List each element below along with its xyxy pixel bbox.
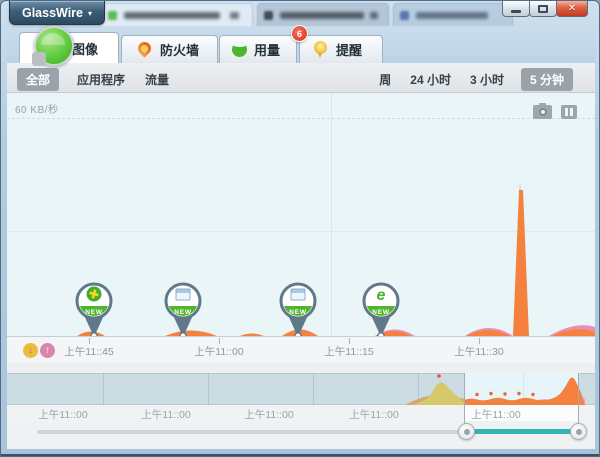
upload-area-series bbox=[375, 181, 595, 336]
new-app-marker[interactable]: e NEW bbox=[358, 281, 404, 341]
app-browser-e-icon: e bbox=[377, 287, 386, 304]
tab-firewall[interactable]: 防火墙 bbox=[121, 35, 218, 63]
background-browser-tab[interactable] bbox=[393, 3, 513, 26]
tab-label: 防火墙 bbox=[160, 43, 200, 58]
app-menu-button[interactable]: GlassWire ▾ bbox=[9, 1, 105, 25]
favicon bbox=[264, 11, 273, 20]
range-week-button[interactable]: 周 bbox=[377, 68, 393, 91]
alert-pin-icon bbox=[314, 41, 327, 58]
background-browser-tab[interactable] bbox=[257, 3, 389, 26]
tab-graph[interactable]: 图像 bbox=[19, 26, 119, 66]
tab-title-blur bbox=[124, 12, 220, 19]
selection-left-edge[interactable] bbox=[464, 373, 465, 425]
scrollbar-track[interactable] bbox=[37, 430, 473, 434]
marker-new-label: NEW bbox=[85, 309, 103, 316]
tab-label: 提醒 bbox=[336, 43, 363, 58]
tab-close-blur bbox=[370, 12, 378, 19]
traffic-graph[interactable]: 60 KB/秒 NEW NEW NEW e NEW bbox=[7, 93, 595, 340]
time-label: 上午11::15 bbox=[324, 346, 374, 358]
range-scrollbar[interactable] bbox=[7, 421, 595, 449]
marker-new-label: NEW bbox=[289, 309, 307, 316]
new-app-marker[interactable]: NEW bbox=[160, 281, 206, 341]
glasswire-window: GlassWire ▾ ✕ 图像 防火墙 用量 提醒 6 全部 应用程序 流量 … bbox=[0, 0, 600, 457]
sub-nav-bar: 全部 应用程序 流量 周 24 小时 3 小时 5 分钟 bbox=[7, 63, 595, 93]
time-label: 上午11::45 bbox=[64, 346, 114, 358]
range-3h-button[interactable]: 3 小时 bbox=[468, 68, 506, 91]
tab-alerts[interactable]: 提醒 bbox=[299, 35, 383, 63]
minimize-button[interactable] bbox=[502, 1, 530, 17]
minimap-time-label: 上午11::00 bbox=[38, 409, 88, 421]
tab-title-blur bbox=[280, 12, 364, 19]
alerts-count-badge: 6 bbox=[291, 25, 308, 42]
tab-close-blur bbox=[230, 12, 239, 19]
tab-usage[interactable]: 用量 bbox=[219, 35, 297, 63]
filter-all-button[interactable]: 全部 bbox=[17, 68, 60, 91]
selected-range-bar[interactable] bbox=[466, 429, 578, 434]
client-area: 图像 防火墙 用量 提醒 6 全部 应用程序 流量 周 24 小时 3 小时 5… bbox=[7, 25, 595, 449]
app-window-icon bbox=[290, 288, 306, 301]
usage-pie-icon bbox=[232, 42, 247, 57]
close-icon: ✕ bbox=[567, 3, 577, 14]
time-label: 上午11::30 bbox=[454, 346, 504, 358]
minimap-time-label: 上午11::00 bbox=[141, 409, 191, 421]
minimap-time-label: 上午11::00 bbox=[244, 409, 294, 421]
filter-traffic-button[interactable]: 流量 bbox=[143, 68, 171, 91]
marker-new-label: NEW bbox=[372, 309, 390, 316]
favicon bbox=[108, 11, 117, 20]
minimize-icon bbox=[511, 10, 521, 13]
download-arrow-icon[interactable]: ↓ bbox=[23, 343, 38, 358]
range-handle-right[interactable] bbox=[570, 423, 587, 440]
new-app-marker[interactable]: NEW bbox=[71, 281, 117, 341]
range-24h-button[interactable]: 24 小时 bbox=[408, 68, 453, 91]
range-5min-button[interactable]: 5 分钟 bbox=[520, 68, 573, 91]
new-app-marker[interactable]: NEW bbox=[275, 281, 321, 341]
tab-label: 用量 bbox=[254, 43, 281, 58]
selection-right-edge[interactable] bbox=[578, 373, 579, 425]
app-window-icon bbox=[175, 288, 191, 301]
favicon bbox=[400, 11, 409, 20]
minimap-time-label: 上午11::00 bbox=[471, 409, 521, 421]
background-browser-tab[interactable] bbox=[99, 3, 253, 26]
glasswire-logo-icon bbox=[32, 26, 74, 66]
maximize-button[interactable] bbox=[529, 1, 557, 17]
divider bbox=[7, 363, 595, 373]
title-bar[interactable]: GlassWire ▾ ✕ bbox=[1, 1, 599, 28]
flame-icon bbox=[135, 39, 154, 58]
range-handle-left[interactable] bbox=[458, 423, 475, 440]
maximize-icon bbox=[538, 4, 548, 13]
timeline-minimap[interactable]: 上午11::00 上午11::00 上午11::00 上午11::00 上午11… bbox=[7, 373, 595, 425]
marker-new-label: NEW bbox=[174, 309, 192, 316]
tab-title-blur bbox=[416, 12, 488, 19]
chevron-down-icon: ▾ bbox=[88, 8, 93, 18]
time-label: 上午11::00 bbox=[194, 346, 244, 358]
minimap-area-chart bbox=[405, 374, 585, 405]
time-axis-strip: ↓ ↑ 上午11::45 上午11::00 上午11::15 上午11::30 bbox=[7, 336, 595, 363]
minimap-time-label: 上午11::00 bbox=[349, 409, 399, 421]
app-menu-label: GlassWire bbox=[21, 5, 83, 20]
close-button[interactable]: ✕ bbox=[556, 1, 588, 17]
tab-label: 图像 bbox=[72, 41, 99, 57]
filter-apps-button[interactable]: 应用程序 bbox=[75, 68, 127, 91]
upload-arrow-icon[interactable]: ↑ bbox=[40, 343, 55, 358]
main-tab-bar: 图像 防火墙 用量 提醒 6 bbox=[7, 25, 595, 66]
